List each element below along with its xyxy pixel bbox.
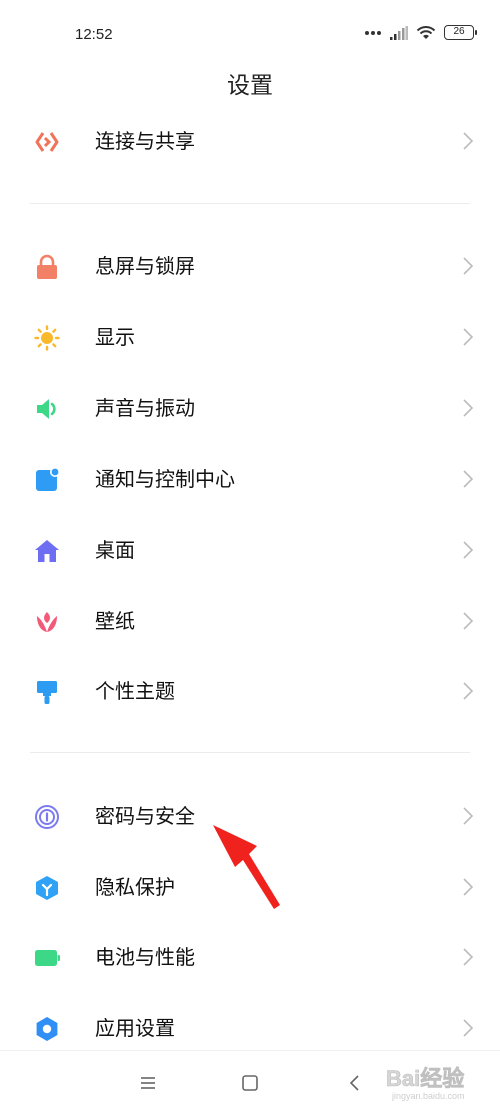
back-icon[interactable] (345, 1073, 365, 1093)
privacy-shield-icon (34, 875, 60, 901)
settings-item-label: 密码与安全 (95, 804, 195, 828)
settings-item-label: 显示 (95, 325, 135, 349)
settings-item-label: 应用设置 (95, 1016, 175, 1040)
settings-item-notification[interactable]: 通知与控制中心 (0, 444, 500, 515)
settings-item-label: 电池与性能 (95, 945, 195, 969)
chevron-right-icon (463, 399, 474, 417)
settings-item-label: 隐私保护 (95, 875, 175, 899)
settings-item-theme[interactable]: 个性主题 (0, 656, 500, 727)
status-time: 12:52 (75, 26, 113, 43)
settings-item-wallpaper[interactable]: 壁纸 (0, 586, 500, 657)
watermark-logo: Bai经验 jingyan.baidu.com (384, 1062, 494, 1102)
settings-item-label: 通知与控制中心 (95, 467, 235, 491)
chevron-right-icon (463, 948, 474, 966)
status-bar: 12:52 26 (0, 0, 500, 70)
settings-item-lock-screen[interactable]: 息屏与锁屏 (0, 231, 500, 302)
settings-item-privacy[interactable]: 隐私保护 (0, 852, 500, 923)
lock-icon (34, 254, 60, 280)
signal-icon (390, 25, 408, 40)
fingerprint-icon (34, 804, 60, 830)
chevron-right-icon (463, 1019, 474, 1037)
chevron-right-icon (463, 612, 474, 630)
home-icon (34, 538, 60, 564)
settings-item-label: 壁纸 (95, 609, 135, 633)
svg-text:jingyan.baidu.com: jingyan.baidu.com (391, 1091, 465, 1101)
battery-indicator: 26 (444, 25, 477, 40)
settings-item-label: 声音与振动 (95, 396, 195, 420)
speaker-icon (34, 396, 60, 422)
settings-item-connection[interactable]: 连接与共享 (0, 106, 500, 177)
settings-item-label: 个性主题 (95, 679, 175, 703)
chevron-right-icon (463, 328, 474, 346)
menu-icon[interactable] (138, 1073, 158, 1093)
chevron-right-icon (463, 257, 474, 275)
settings-item-sound[interactable]: 声音与振动 (0, 373, 500, 444)
chevron-right-icon (463, 878, 474, 896)
connection-icon (34, 129, 60, 155)
settings-item-display[interactable]: 显示 (0, 302, 500, 373)
more-dots-icon (365, 30, 381, 35)
settings-item-battery[interactable]: 电池与性能 (0, 922, 500, 993)
section-divider (30, 203, 470, 204)
settings-item-label: 息屏与锁屏 (95, 254, 195, 278)
flower-icon (34, 609, 60, 635)
gear-icon (34, 1016, 60, 1042)
status-icons: 26 (364, 25, 477, 40)
sun-icon (34, 325, 60, 351)
battery-icon (34, 945, 60, 971)
chevron-right-icon (463, 132, 474, 150)
chevron-right-icon (463, 541, 474, 559)
chevron-right-icon (463, 682, 474, 700)
page-title: 设置 (227, 73, 273, 99)
settings-item-password-security[interactable]: 密码与安全 (0, 781, 500, 852)
svg-text:Bai经验: Bai经验 (386, 1066, 464, 1091)
chevron-right-icon (463, 807, 474, 825)
notification-icon (34, 467, 60, 493)
home-square-icon[interactable] (240, 1073, 260, 1093)
settings-item-label: 桌面 (95, 538, 135, 562)
section-divider (30, 752, 470, 753)
chevron-right-icon (463, 470, 474, 488)
settings-item-label: 连接与共享 (95, 129, 195, 153)
settings-item-desktop[interactable]: 桌面 (0, 515, 500, 586)
wifi-icon (416, 26, 436, 39)
brush-icon (34, 679, 60, 705)
